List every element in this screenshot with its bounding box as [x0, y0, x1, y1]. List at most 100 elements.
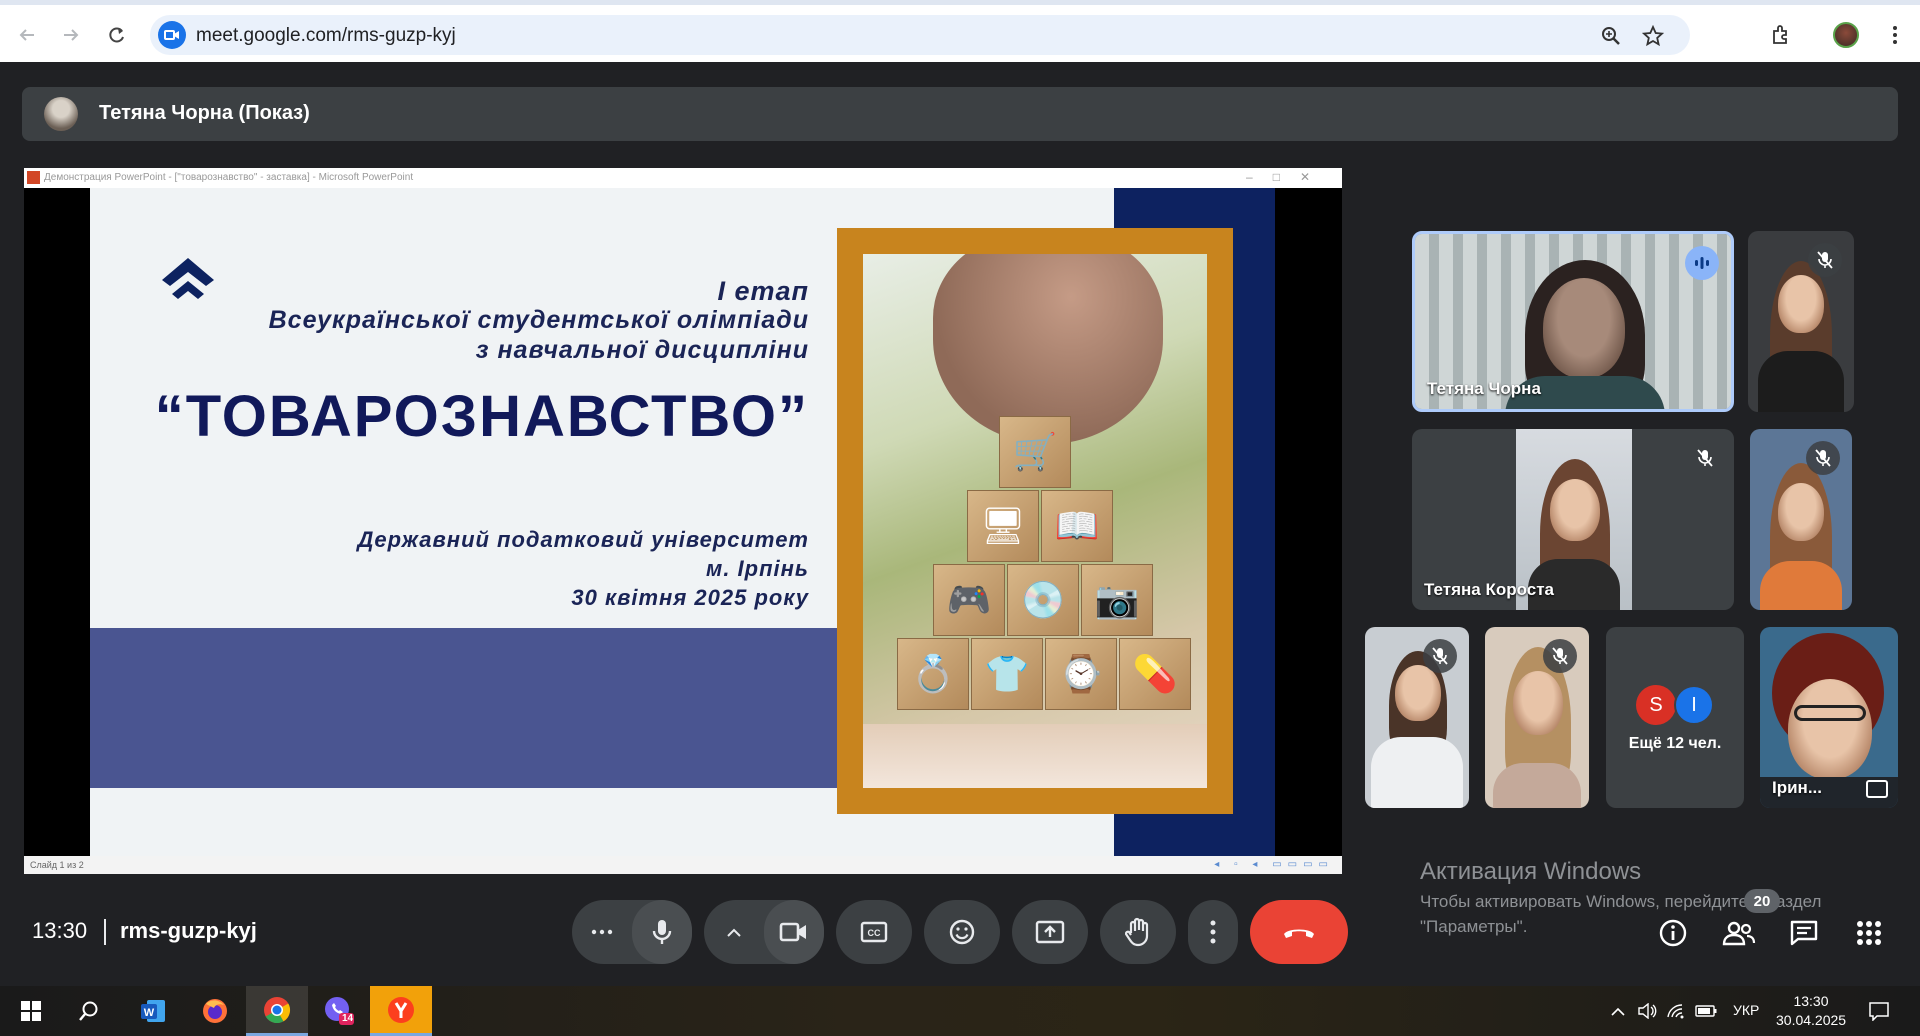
info-icon	[1659, 919, 1687, 947]
participant-tile-featured[interactable]: Тетяна Чорна	[1412, 231, 1734, 412]
view-buttons: ◂ ▫ ◂ ▭▭▭▭	[1214, 859, 1334, 870]
mic-off-icon	[1423, 639, 1457, 673]
participant-body	[1371, 737, 1463, 808]
presenter-name: Тетяна Чорна (Показ)	[99, 102, 310, 124]
watch-cube-icon: ⌚	[1045, 638, 1117, 710]
participant-tile[interactable]	[1750, 429, 1852, 610]
svg-text:CC: CC	[868, 928, 881, 938]
people-button[interactable]	[1719, 913, 1759, 953]
video-control-group	[704, 900, 824, 964]
shirt-cube-icon: 👕	[971, 638, 1043, 710]
video-options-button[interactable]	[704, 900, 764, 964]
end-call-button[interactable]	[1250, 900, 1348, 964]
emoji-icon	[949, 919, 975, 945]
reload-icon	[109, 27, 124, 43]
captions-button[interactable]: CC	[836, 900, 912, 964]
picture-in-picture-icon[interactable]	[1866, 780, 1888, 798]
chat-button[interactable]	[1784, 913, 1824, 953]
meeting-code: rms-guzp-kyj	[120, 918, 257, 943]
microphone-button[interactable]	[632, 900, 692, 964]
address-bar[interactable]: meet.google.com/rms-guzp-kyj	[150, 15, 1690, 55]
zoom-icon[interactable]	[1598, 23, 1624, 49]
participant-body	[1758, 351, 1844, 412]
yandex-browser-icon	[388, 996, 414, 1023]
tab-strip	[0, 0, 1920, 5]
svg-text:W: W	[144, 1007, 155, 1019]
apps-grid-icon	[1857, 921, 1881, 945]
puzzle-icon	[1773, 25, 1787, 44]
camera-button[interactable]	[764, 900, 824, 964]
university-logo-icon	[162, 258, 214, 299]
people-icon	[1722, 921, 1756, 946]
forward-button[interactable]	[56, 20, 86, 50]
participant-tile[interactable]: Ірин...	[1760, 627, 1898, 808]
participant-face	[1513, 671, 1563, 735]
slide-line-4: Державний податковий університет	[357, 527, 809, 552]
taskbar-search-button[interactable]	[58, 986, 120, 1036]
taskbar-word[interactable]: W	[122, 986, 184, 1036]
volume-icon[interactable]	[1636, 1000, 1658, 1022]
slide-line-5: м. Ірпінь	[706, 556, 809, 581]
more-vertical-icon	[1210, 920, 1216, 944]
participant-name: Тетяна Чорна	[1427, 379, 1541, 398]
slide-blue-band	[90, 628, 845, 788]
powerpoint-icon	[27, 171, 40, 184]
start-button[interactable]	[0, 986, 62, 1036]
keyboard-language[interactable]: УКР	[1733, 1002, 1759, 1018]
participant-tile[interactable]	[1748, 231, 1854, 412]
participant-body	[1760, 561, 1842, 610]
participant-face	[1550, 479, 1600, 541]
taskbar-viber[interactable]: 14	[308, 986, 370, 1036]
presentation-slide: І етап Всеукраїнської студентської олімп…	[90, 188, 1275, 856]
taskbar-firefox[interactable]	[184, 986, 246, 1036]
reload-button[interactable]	[102, 20, 132, 50]
slide-title: “ТОВАРОЗНАВСТВО”	[154, 384, 809, 449]
slide-counter: Слайд 1 из 2	[30, 860, 84, 870]
taskbar-yandex[interactable]	[370, 986, 432, 1036]
browser-menu-button[interactable]	[1880, 20, 1910, 50]
presenter-bar: Тетяна Чорна (Показ)	[22, 87, 1898, 141]
present-screen-icon	[1035, 920, 1065, 944]
reactions-button[interactable]	[924, 900, 1000, 964]
book-cube-icon: 📖	[1041, 490, 1113, 562]
tray-overflow-icon[interactable]	[1607, 1000, 1629, 1022]
activities-button[interactable]	[1849, 913, 1889, 953]
ring-cube-icon: 💍	[897, 638, 969, 710]
arrow-left-icon	[19, 29, 34, 41]
clock-time: 13:30	[1793, 993, 1829, 1009]
audio-options-button[interactable]	[572, 900, 632, 964]
firefox-icon	[203, 999, 227, 1023]
mic-off-icon	[1806, 441, 1840, 475]
participant-tile[interactable]	[1485, 627, 1589, 808]
url-text: meet.google.com/rms-guzp-kyj	[196, 25, 456, 46]
profile-button[interactable]	[1831, 20, 1861, 50]
taskbar-chrome[interactable]	[246, 986, 308, 1036]
clock-date: 30.04.2025	[1776, 1012, 1847, 1028]
slide-photo-frame: 🛒 🖥 📖 🎮 💿 📷 💍 👕 ⌚ 💊	[837, 228, 1233, 814]
meeting-details-button[interactable]	[1653, 913, 1693, 953]
participant-tile[interactable]: Тетяна Короста	[1412, 429, 1734, 610]
present-screen-button[interactable]	[1012, 900, 1088, 964]
raise-hand-button[interactable]	[1100, 900, 1176, 964]
glasses	[1794, 705, 1866, 721]
taskbar-clock[interactable]: 13:30 30.04.2025	[1776, 992, 1846, 1030]
browser-toolbar: meet.google.com/rms-guzp-kyj	[0, 0, 1920, 62]
participant-initial-avatar: I	[1674, 685, 1714, 725]
people-count-badge: 20	[1744, 889, 1780, 913]
more-options-button[interactable]	[1188, 900, 1238, 964]
bookmark-star-icon[interactable]	[1640, 23, 1666, 49]
camera-icon	[779, 922, 806, 942]
network-icon[interactable]	[1665, 1000, 1687, 1022]
more-participants-tile[interactable]: S I Ещё 12 чел.	[1606, 627, 1744, 808]
gamepad-cube-icon: 🎮	[933, 564, 1005, 636]
windows-taskbar: W 14 УКР 13:30 30.04.2025	[0, 986, 1920, 1036]
participant-face	[1778, 483, 1824, 541]
back-button[interactable]	[12, 20, 42, 50]
powerpoint-statusbar: Слайд 1 из 2 ◂ ▫ ◂ ▭▭▭▭	[24, 856, 1342, 874]
meeting-time: 13:30	[32, 918, 88, 943]
battery-icon[interactable]	[1695, 1000, 1717, 1022]
notification-center-icon[interactable]	[1868, 1000, 1890, 1022]
extensions-button[interactable]	[1766, 20, 1796, 50]
slide-line-6: 30 квітня 2025 року	[571, 585, 809, 610]
participant-tile[interactable]	[1365, 627, 1469, 808]
